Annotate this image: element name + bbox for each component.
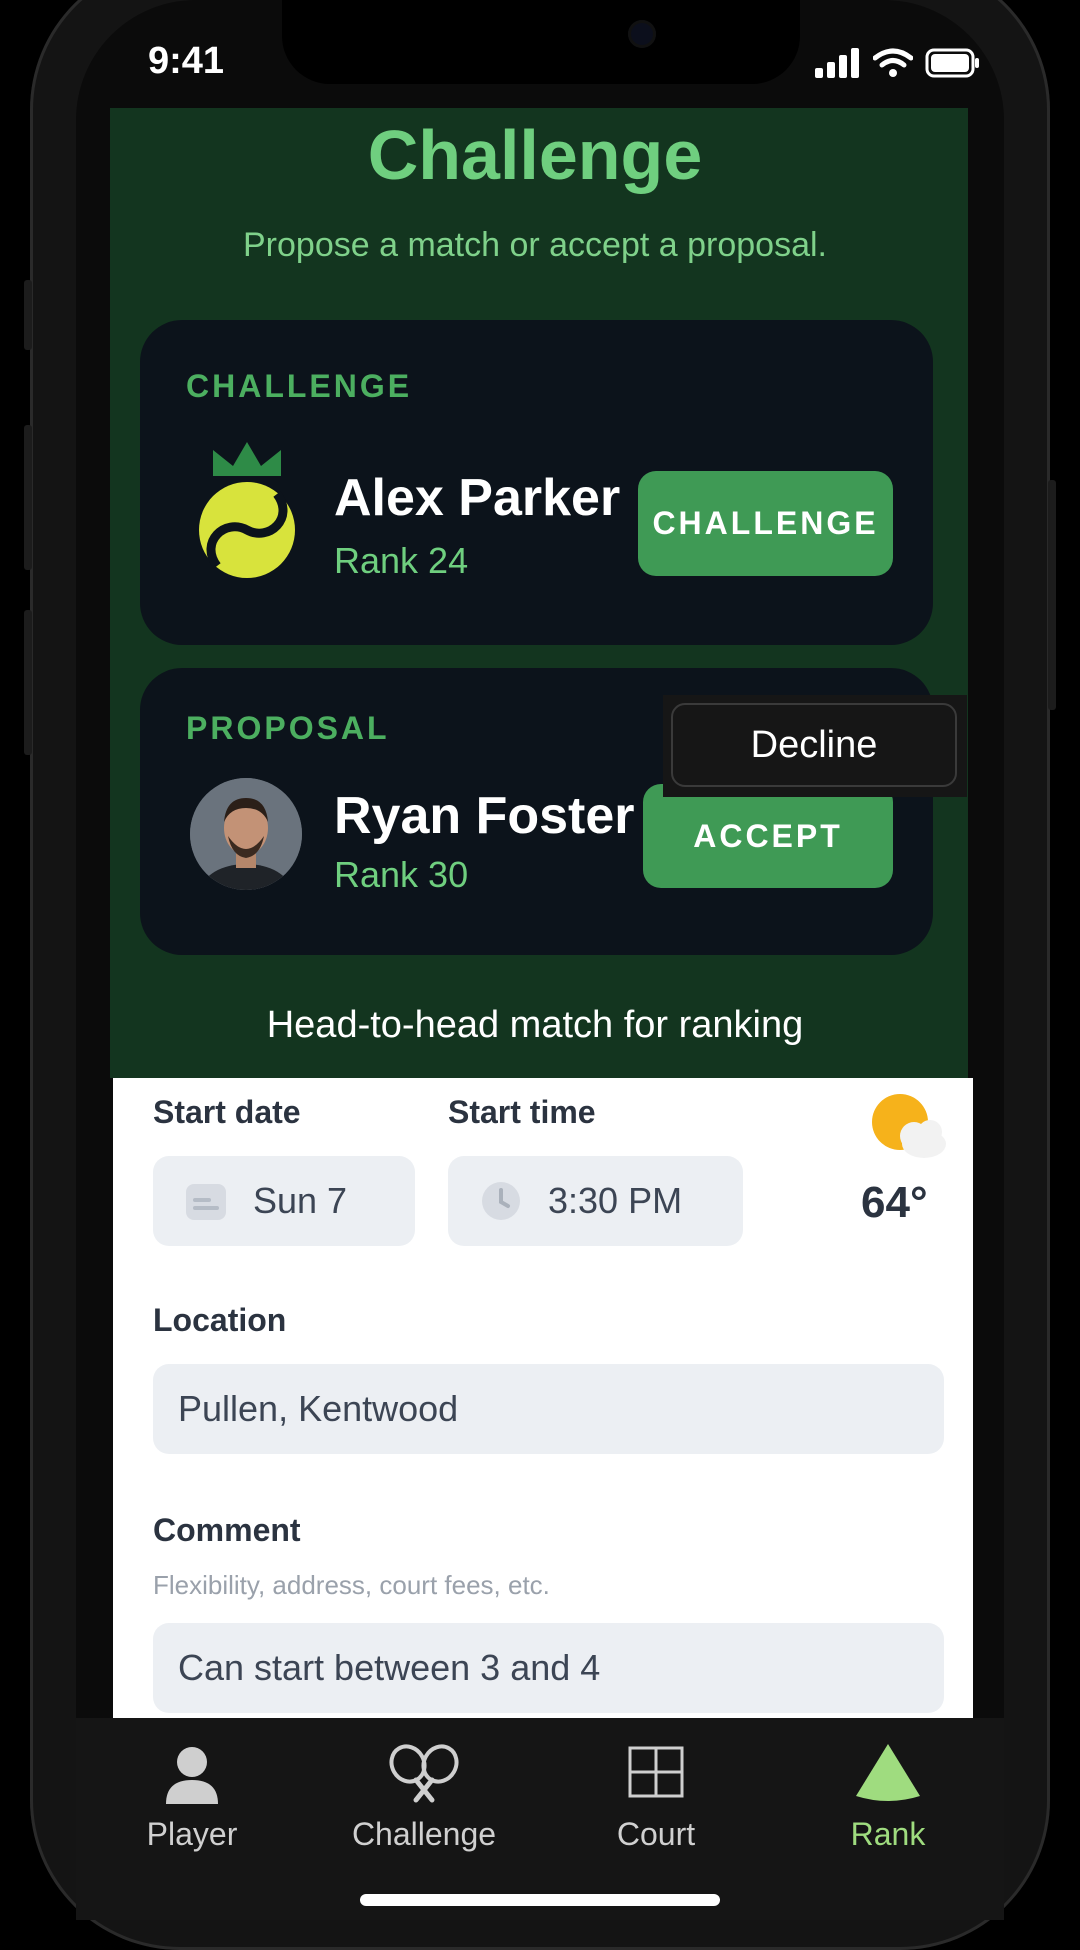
status-icons bbox=[815, 48, 981, 78]
partly-sunny-icon bbox=[872, 1094, 946, 1158]
status-time: 9:41 bbox=[148, 40, 225, 82]
tab-rank[interactable]: Rank bbox=[772, 1718, 1004, 1878]
tab-player[interactable]: Player bbox=[76, 1718, 308, 1878]
silent-switch bbox=[24, 280, 32, 350]
proposal-player-name: Ryan Foster bbox=[334, 787, 635, 845]
tab-challenge[interactable]: Challenge bbox=[308, 1718, 540, 1878]
page-title: Challenge bbox=[367, 116, 703, 194]
start-time-value: 3:30 PM bbox=[548, 1180, 683, 1221]
home-indicator bbox=[360, 1894, 720, 1906]
volume-up-button bbox=[24, 425, 32, 570]
comment-label: Comment bbox=[153, 1512, 301, 1548]
page-subtitle: Propose a match or accept a proposal. bbox=[243, 226, 827, 264]
comment-hint: Flexibility, address, court fees, etc. bbox=[153, 1570, 550, 1600]
start-date-label: Start date bbox=[153, 1094, 301, 1130]
comment-field[interactable]: Can start between 3 and 4 bbox=[153, 1623, 944, 1713]
comment-value: Can start between 3 and 4 bbox=[178, 1647, 601, 1688]
decline-popover: Decline bbox=[663, 695, 967, 797]
start-time-field[interactable]: 3:30 PM bbox=[448, 1156, 743, 1246]
tab-player-label: Player bbox=[146, 1816, 238, 1852]
start-date-value: Sun 7 bbox=[253, 1180, 348, 1221]
front-camera bbox=[628, 20, 656, 48]
avatar bbox=[190, 778, 302, 890]
proposal-form: Start date Start time Sun 7 3:30 PM 64° … bbox=[113, 1078, 973, 1722]
power-button bbox=[1048, 480, 1056, 710]
location-value: Pullen, Kentwood bbox=[178, 1388, 459, 1429]
tab-bar: Player Challenge Court Rank bbox=[76, 1718, 1004, 1920]
battery-icon bbox=[925, 48, 979, 78]
proposal-player-rank: Rank 30 bbox=[334, 854, 469, 895]
tab-rank-label: Rank bbox=[850, 1816, 926, 1852]
location-field[interactable]: Pullen, Kentwood bbox=[153, 1364, 944, 1454]
volume-down-button bbox=[24, 610, 32, 755]
rackets-icon bbox=[389, 1744, 459, 1803]
match-type-text: Head-to-head match for ranking bbox=[266, 1004, 804, 1046]
location-label: Location bbox=[153, 1302, 287, 1338]
decline-button[interactable]: Decline bbox=[671, 703, 957, 787]
court-grid-icon bbox=[628, 1746, 684, 1798]
challenge-card-label: CHALLENGE bbox=[186, 368, 413, 404]
tennis-ball-crown-icon bbox=[199, 442, 295, 578]
accept-button[interactable]: ACCEPT bbox=[643, 784, 893, 888]
challenge-button[interactable]: CHALLENGE bbox=[638, 471, 893, 576]
triangle-icon bbox=[856, 1744, 920, 1801]
challenge-player-rank: Rank 24 bbox=[334, 540, 469, 581]
signal-icon bbox=[815, 48, 859, 78]
tab-challenge-label: Challenge bbox=[351, 1816, 497, 1852]
proposal-card-label: PROPOSAL bbox=[186, 710, 390, 746]
clock-icon bbox=[482, 1182, 520, 1220]
start-time-label: Start time bbox=[448, 1094, 596, 1130]
start-date-field[interactable]: Sun 7 bbox=[153, 1156, 415, 1246]
person-icon bbox=[166, 1747, 218, 1804]
tab-court[interactable]: Court bbox=[540, 1718, 772, 1878]
challenge-player-name: Alex Parker bbox=[334, 469, 621, 527]
tab-court-label: Court bbox=[616, 1816, 696, 1852]
calendar-icon bbox=[186, 1184, 226, 1220]
notch bbox=[282, 0, 800, 84]
wifi-icon bbox=[873, 48, 913, 77]
person-photo-icon bbox=[190, 778, 302, 890]
temperature: 64° bbox=[861, 1178, 928, 1227]
